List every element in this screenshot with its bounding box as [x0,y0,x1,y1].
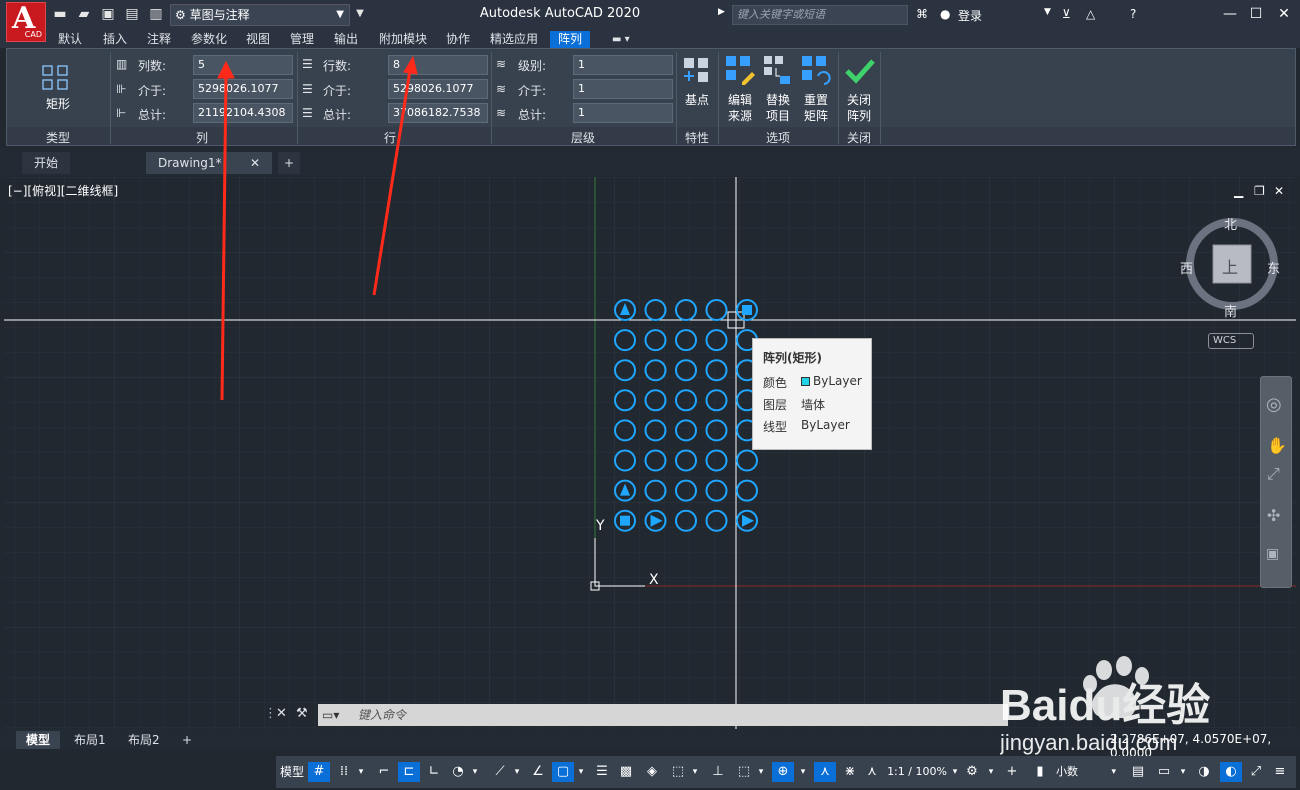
workspace-gear-icon[interactable]: ⚙ [962,762,982,782]
isolate-objects-icon[interactable]: ◑ [1194,762,1214,782]
tooltip-layer-value: 墙体 [801,398,826,412]
tab-layout2[interactable]: 布局2 [118,731,170,749]
tooltip-linetype-value: ByLayer [801,418,850,432]
ucs-y-label: Y [595,518,605,534]
viewport-restore-button[interactable]: ❐ [1254,184,1265,198]
viewcube-west[interactable]: 西 [1180,258,1193,277]
units-dropdown-icon: ▾ [1111,767,1116,777]
annotation-visibility-icon[interactable]: ⋏ [814,762,836,782]
units-value: 小数 [1056,765,1078,778]
lock-dropdown-icon[interactable]: ▾ [1176,762,1190,782]
viewcube-east[interactable]: 东 [1267,258,1280,277]
hardware-acceleration-icon[interactable]: ◐ [1220,762,1242,782]
command-history-icon[interactable]: ▭▾ [322,708,339,722]
tooltip-color-value: ByLayer [813,374,862,388]
wcs-label: WCS [1213,335,1237,346]
transparency-icon[interactable]: ▩ [616,762,636,782]
viewcube-top-face[interactable]: 上 [1222,254,1238,278]
baidu-watermark: Baidu经验 jingyan.baidu.com [1000,656,1210,755]
logo-sub: CAD [24,30,42,39]
watermark-brand: Baidu经验 [1000,681,1210,730]
orbit-icon[interactable]: ✣ [1267,506,1280,525]
gizmo-icon[interactable]: ⊕ [772,762,794,782]
viewport-minimize-button[interactable]: ▁ [1234,184,1243,198]
gizmo-dropdown-icon[interactable]: ▾ [796,762,810,782]
dynamic-input-icon[interactable]: ⊏ [398,762,420,782]
steering-wheel-icon[interactable]: ◎ [1266,394,1282,415]
3d-osnap-dropdown-icon[interactable]: ▾ [688,762,702,782]
osnap-dropdown-icon[interactable]: ▾ [574,762,588,782]
object-tooltip: 阵列(矩形) 颜色 ByLayer 图层 墙体 线型 ByLayer [752,338,872,450]
annotation-scale-icon[interactable]: ⋏ [862,762,882,782]
tooltip-linetype-label: 线型 [763,420,788,434]
filter-dropdown-icon[interactable]: ▾ [754,762,768,782]
viewport-controls-label[interactable]: [−][俯视][二维线框] [8,182,118,199]
units-select[interactable]: 小数 ▾ [1052,762,1122,782]
object-snap-icon[interactable]: ▢ [552,762,574,782]
viewport-close-button[interactable]: ✕ [1274,184,1284,198]
selection-cycling-icon[interactable]: ◈ [642,762,662,782]
new-layout-button[interactable]: + [172,731,202,749]
watermark-url: jingyan.baidu.com [1000,730,1177,755]
annotation-arrow-head [403,55,418,75]
snap-dropdown-icon[interactable]: ▾ [354,762,368,782]
annotation-scale-select[interactable]: 1:1 / 100% [886,762,948,782]
object-snap-tracking-icon[interactable]: ∠ [528,762,548,782]
quick-properties-icon[interactable]: ▤ [1128,762,1148,782]
isodraft-dropdown-icon[interactable]: ▾ [510,762,524,782]
polar-dropdown-icon[interactable]: ▾ [468,762,482,782]
lock-ui-icon[interactable]: ▭ [1154,762,1174,782]
tab-layout1[interactable]: 布局1 [64,731,116,749]
ucs-x-label: X [649,572,659,588]
customize-wrench-icon[interactable]: ⚒ [296,706,308,721]
lineweight-icon[interactable]: ☰ [592,762,612,782]
color-swatch [801,377,810,386]
dynamic-ucs-icon[interactable]: ⊥ [708,762,728,782]
polar-tracking-icon[interactable]: ◔ [448,762,468,782]
auto-scale-icon[interactable]: ⋇ [840,762,860,782]
wcs-menu[interactable]: WCS [1208,333,1254,349]
command-close-icon[interactable]: ✕ [276,706,287,721]
clean-screen-icon[interactable]: ⤢ [1246,762,1266,782]
viewcube-north[interactable]: 北 [1224,214,1237,233]
snap-mode-icon[interactable]: ⁞⁞ [334,762,354,782]
ortho-mode-icon[interactable]: ∟ [424,762,444,782]
array-grip[interactable] [742,305,752,315]
showmotion-icon[interactable]: ▣ [1266,546,1279,562]
array-grip[interactable] [620,515,630,526]
annotation-monitor-icon[interactable]: + [1002,762,1022,782]
units-icon[interactable]: ▮ [1030,762,1050,782]
pan-hand-icon[interactable]: ✋ [1267,436,1287,455]
grid-toggle-icon[interactable]: # [308,762,330,782]
isometric-drafting-icon[interactable]: ⟋ [490,762,510,782]
annotation-arrow-head [217,60,235,79]
infer-constraints-icon[interactable]: ⌐ [374,762,394,782]
selection-filter-icon[interactable]: ⬚ [734,762,754,782]
model-space-button[interactable]: 模型 [278,762,306,782]
app-menu-button[interactable]: A CAD [6,1,46,42]
tooltip-layer-label: 图层 [763,398,788,412]
3d-osnap-icon[interactable]: ⬚ [668,762,688,782]
command-input[interactable]: 键入命令 [318,704,1008,726]
workspace-dropdown-icon[interactable]: ▾ [984,762,998,782]
zoom-extents-icon[interactable]: ⤢ [1267,464,1280,484]
tooltip-color-label: 颜色 [763,376,788,390]
scale-dropdown-icon[interactable]: ▾ [948,762,962,782]
customization-icon[interactable]: ≡ [1270,762,1290,782]
viewcube-south[interactable]: 南 [1224,301,1237,320]
tooltip-title: 阵列(矩形) [763,351,822,365]
tab-model[interactable]: 模型 [16,731,61,749]
